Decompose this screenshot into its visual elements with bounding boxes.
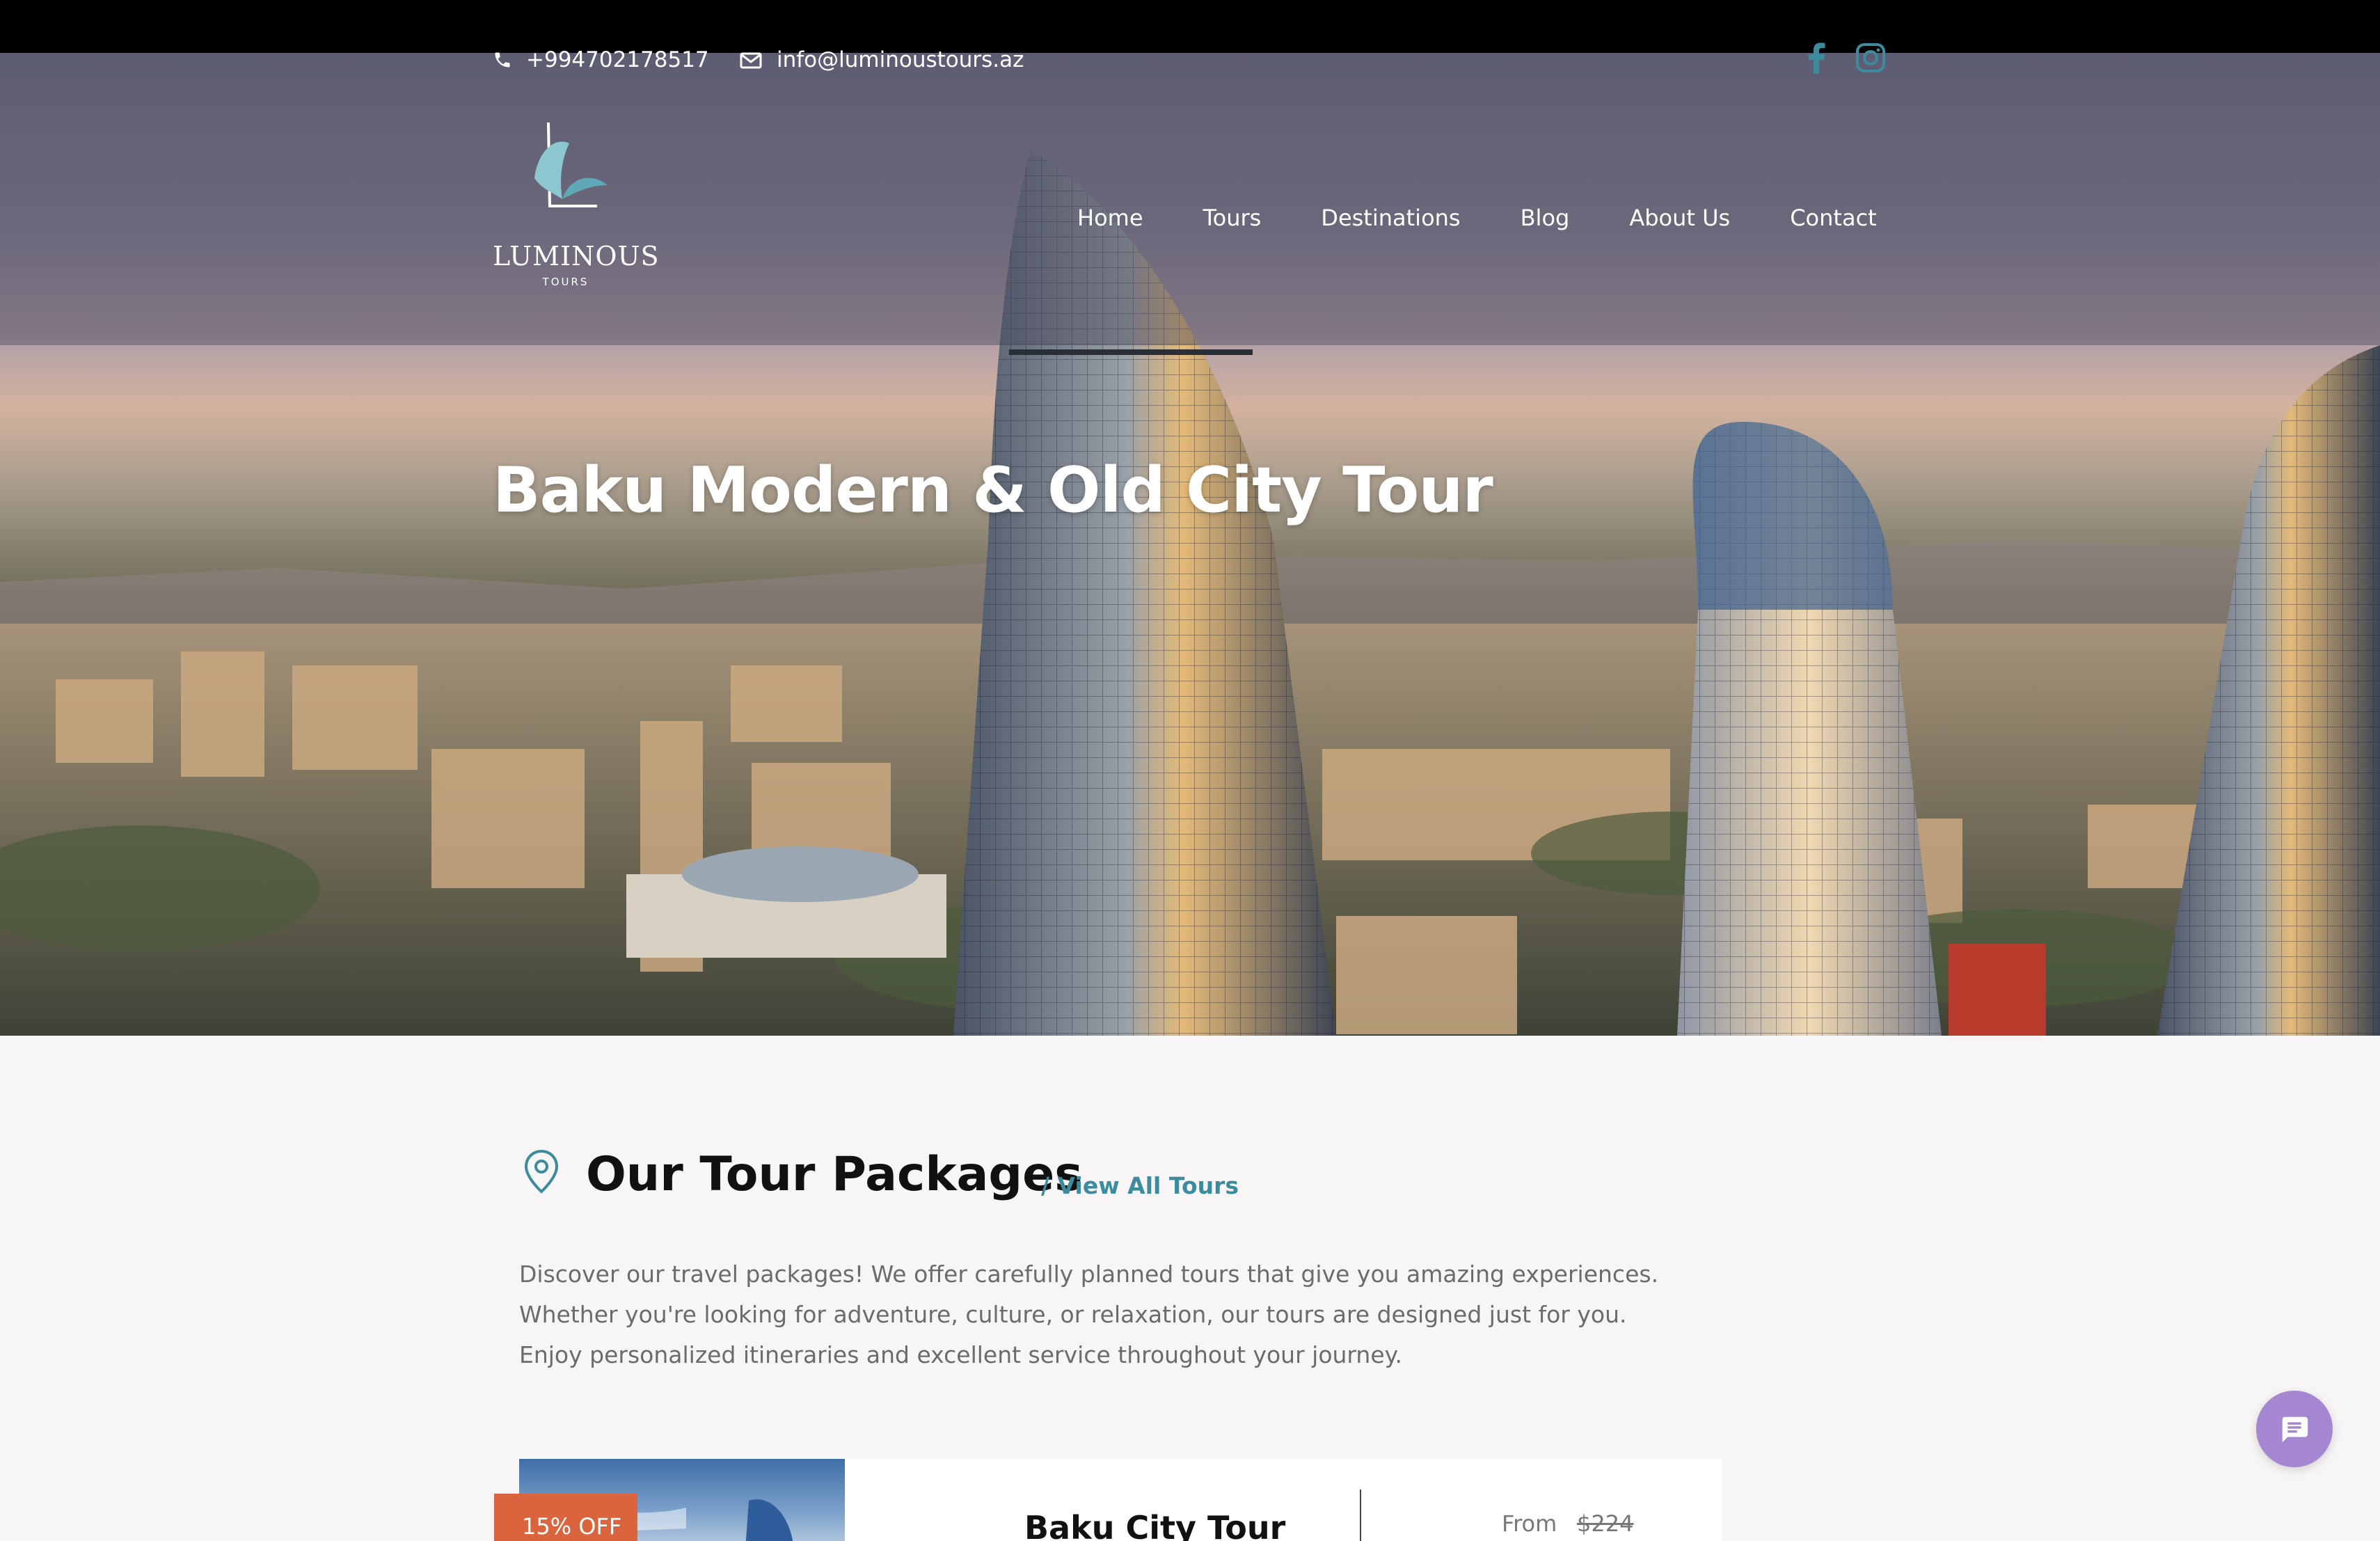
- mail-icon: [740, 52, 762, 69]
- main-nav: Home Tours Destinations Blog About Us Co…: [1077, 205, 1877, 231]
- nav-contact[interactable]: Contact: [1790, 205, 1877, 231]
- phone-icon: [495, 52, 510, 68]
- nav-blog[interactable]: Blog: [1521, 205, 1570, 231]
- price-from-label: From: [1502, 1510, 1557, 1537]
- tour-card-title[interactable]: Baku City Tour: [1024, 1509, 1285, 1541]
- facebook-icon[interactable]: [1805, 42, 1829, 74]
- original-price: $224: [1577, 1510, 1634, 1537]
- logo-subtitle: TOURS: [542, 276, 589, 288]
- email-contact[interactable]: info@luminoustours.az: [739, 47, 1024, 72]
- hero-title: Baku Modern & Old City Tour: [493, 454, 1493, 527]
- nav-about-us[interactable]: About Us: [1629, 205, 1730, 231]
- nav-tours[interactable]: Tours: [1203, 205, 1262, 231]
- discount-badge: 15% OFF: [494, 1494, 637, 1541]
- hero-section: [0, 53, 2380, 1036]
- email-address: info@luminoustours.az: [777, 47, 1024, 72]
- nav-destinations[interactable]: Destinations: [1321, 205, 1460, 231]
- nav-home[interactable]: Home: [1077, 205, 1143, 231]
- logo-wordmark: LUMINOUS: [493, 241, 660, 271]
- section-title: Our Tour Packages: [586, 1147, 1083, 1202]
- phone-contact[interactable]: +994702178517: [493, 47, 709, 72]
- social-links: [1805, 42, 1886, 74]
- location-pin-icon: [524, 1149, 559, 1194]
- browser-top-bar: [0, 0, 2380, 53]
- tour-card-divider: [1360, 1489, 1361, 1541]
- view-all-tours-link[interactable]: / View All Tours: [1041, 1172, 1239, 1199]
- bird-logo-icon: [534, 122, 608, 207]
- chat-bubble-icon: [2282, 1416, 2308, 1443]
- chat-button[interactable]: [2256, 1391, 2333, 1467]
- header-overlay: [0, 53, 2380, 345]
- tour-card[interactable]: Baku City Tour From $224: [519, 1459, 1722, 1541]
- phone-number: +994702178517: [526, 47, 709, 72]
- instagram-icon[interactable]: [1855, 42, 1886, 73]
- section-description: Discover our travel packages! We offer c…: [519, 1261, 1659, 1368]
- site-logo[interactable]: LUMINOUS TOURS: [493, 109, 660, 290]
